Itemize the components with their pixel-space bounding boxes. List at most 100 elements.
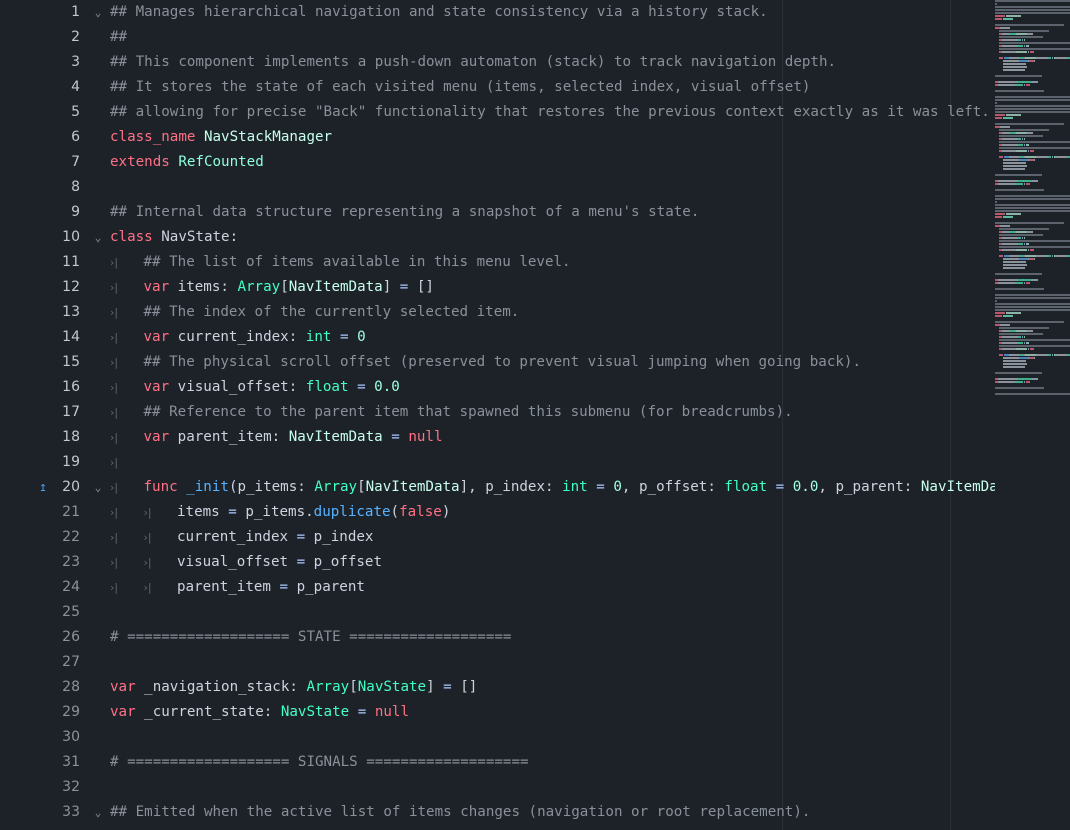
code-token: # =================== STATE ============… [110,629,512,645]
code-line[interactable]: 12 ›| var items: Array[NavItemData] = [] [0,275,995,300]
minimap-line [1002,243,1019,245]
code-line[interactable]: ↥ 20 ⌄ ›| func _init(p_items: Array[NavItemD… [0,475,1006,500]
code-line[interactable]: 9 ## Internal data structure representing… [0,200,995,225]
minimap-line [995,372,1043,374]
code-line[interactable]: 24 ›| ›| parent_item = p_parent [0,575,995,600]
line-number: 24 [62,579,80,595]
code-line[interactable]: 25 [0,600,995,625]
minimap-line [1055,57,1068,59]
code-line[interactable]: 15 ›| ## The physical scroll offset (prese… [0,350,995,375]
minimap-line [1030,33,1034,35]
code-line[interactable]: 5 ## allowing for precise "Back" function… [0,100,995,125]
minimap-line [999,240,1070,242]
code-token: float [305,379,349,395]
line-number: 15 [62,354,80,370]
minimap-line [1030,330,1034,332]
fold-chevron-icon[interactable]: ⌄ [90,225,106,250]
code-line[interactable]: 28 var _navigation_stack: Array[NavState]… [0,675,995,700]
minimap-line [1055,156,1068,158]
minimap-line [1024,237,1026,239]
code-line[interactable]: 14 ›| var current_index: int = 0 [0,325,995,350]
minimap-line [1026,381,1031,383]
code-line[interactable]: 16 ›| var visual_offset: float = 0.0 [0,375,995,400]
minimap-line [995,201,997,203]
code-line[interactable]: 2 ## [0,25,995,50]
minimap-line [998,378,1019,380]
code-line[interactable]: 13 ›| ## The index of the currently select… [0,300,995,325]
minimap-line [995,90,1045,92]
code-text: ›| [110,450,144,475]
code-token: _current_state: [135,704,281,720]
minimap-line [1018,342,1024,344]
code-line[interactable]: 4 ## It stores the state of each visited … [0,75,995,100]
code-line[interactable]: 8 [0,175,995,200]
code-line[interactable]: 6 class_name NavStackManager [0,125,995,150]
line-number: 3 [71,54,80,70]
code-line[interactable]: 21 ›| ›| items = p_items.duplicate(false) [0,500,995,525]
code-token: NavItemData [365,479,460,495]
code-token: null [374,704,409,720]
code-line[interactable]: 29 var _current_state: NavState = null [0,700,995,725]
code-line[interactable]: 27 [0,650,995,675]
code-token: var [143,429,170,445]
code-token: ] [426,679,444,695]
minimap-line [999,327,1050,329]
minimap-line [995,96,1070,98]
minimap-line [998,81,1019,83]
line-number: 10 [62,229,80,245]
code-token: var [143,279,170,295]
code-line[interactable]: 22 ›| ›| current_index = p_index [0,525,995,550]
minimap-line [1026,243,1030,245]
code-line[interactable]: 7 extends RefCounted [0,150,995,175]
code-line[interactable]: 33 ⌄ ## Emitted when the active list of it… [0,800,995,825]
code-line[interactable]: 31 # =================== SIGNALS ========… [0,750,995,775]
code-line[interactable]: 18 ›| var parent_item: NavItemData = null [0,425,995,450]
minimap-line [1048,156,1052,158]
minimap-line [1000,225,1011,227]
minimap-line [1036,354,1049,356]
code-line[interactable]: 10 ⌄ class NavState: [0,225,995,250]
minimap-line [1016,168,1026,170]
code-line[interactable]: 17 ›| ## Reference to the parent item that… [0,400,995,425]
minimap-line [1016,330,1028,332]
minimap-line [1052,255,1054,257]
line-number: 8 [71,179,80,195]
minimap-line [1016,267,1026,269]
code-token: 0 [613,479,622,495]
minimap-line [1019,357,1029,359]
code-line[interactable]: 32 [0,775,995,800]
minimap-line [999,255,1004,257]
code-line[interactable]: 1 ⌄ ## Manages hierarchical navigation and… [0,0,995,25]
code-token: items [177,504,229,520]
minimap-line [1052,354,1054,356]
minimap-line [1000,324,1011,326]
minimap-line [1009,354,1020,356]
fold-chevron-icon[interactable]: ⌄ [90,475,106,500]
minimap-line [1018,138,1022,140]
code-line[interactable]: 30 [0,725,995,750]
line-number: 9 [71,204,80,220]
code-line[interactable]: 11 ›| ## The list of items available in th… [0,250,995,275]
minimap-line [1030,249,1035,251]
code-line[interactable]: 19 ›| [0,450,995,475]
override-method-icon[interactable]: ↥ [34,475,52,500]
code-text: ›| ## The physical scroll offset (preserv… [110,350,861,375]
code-editor[interactable]: 1 ⌄ ## Manages hierarchical navigation and… [0,0,1006,830]
minimap-line [1009,156,1020,158]
fold-chevron-icon[interactable]: ⌄ [90,0,106,25]
code-token: NavState [357,679,427,695]
minimap-line [1016,132,1028,134]
code-token: 0.0 [374,379,400,395]
code-line[interactable]: 3 ## This component implements a push-dow… [0,50,995,75]
fold-chevron-icon[interactable]: ⌄ [90,800,106,825]
code-line[interactable]: 26 # =================== STATE ==========… [0,625,995,650]
code-text: ›| func _init(p_items: Array[NavItemData]… [110,475,1006,500]
tab-indent-icon: ›| [143,531,152,544]
minimap-line [1003,63,1018,65]
code-text: ›| var current_index: int = 0 [110,325,366,350]
minimap[interactable] [995,0,1070,830]
code-token: [ [357,479,366,495]
code-line[interactable]: 23 ›| ›| visual_offset = p_offset [0,550,995,575]
